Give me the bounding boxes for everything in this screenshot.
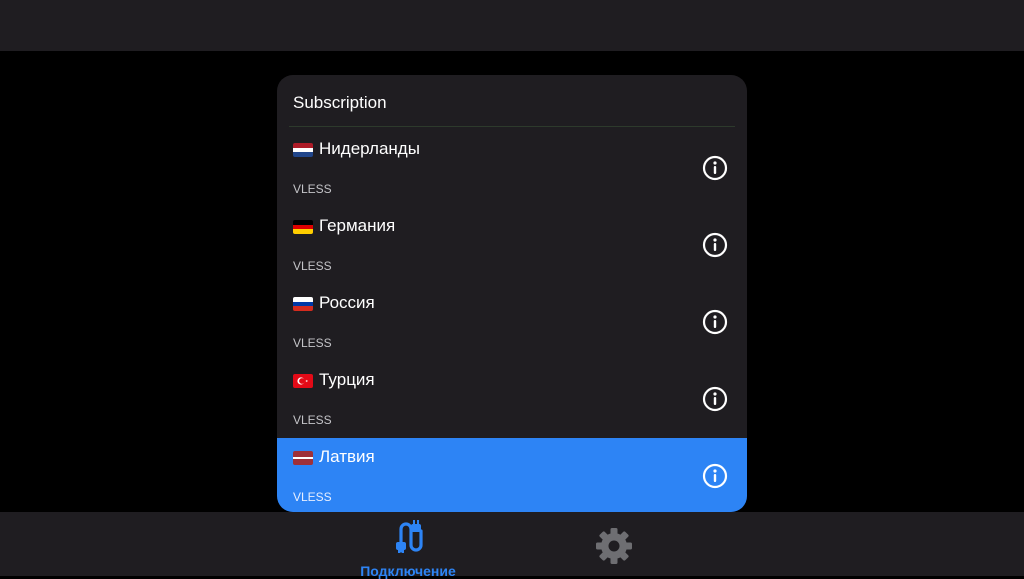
latvia-flag-icon (293, 451, 313, 465)
server-name: Турция (319, 370, 375, 389)
server-name: Латвия (319, 447, 375, 466)
server-item-germany[interactable]: Германия VLESS (277, 207, 747, 284)
info-icon[interactable] (702, 232, 728, 258)
server-list: Нидерланды VLESS Германия VLESS Россия V… (277, 130, 747, 512)
info-icon[interactable] (702, 155, 728, 181)
nav-connection-label: Подключение (360, 563, 456, 579)
server-protocol: VLESS (293, 182, 332, 196)
server-item-turkey[interactable]: Турция VLESS (277, 361, 747, 438)
server-protocol: VLESS (293, 413, 332, 427)
server-protocol: VLESS (293, 336, 332, 350)
server-item-russia[interactable]: Россия VLESS (277, 284, 747, 361)
nav-connection-tab[interactable]: Подключение (340, 520, 476, 579)
dialog-divider (289, 126, 735, 127)
subscription-dialog: Subscription Нидерланды VLESS Германия V… (277, 75, 747, 512)
top-app-bar (0, 0, 1024, 51)
info-icon[interactable] (702, 463, 728, 489)
server-name: Нидерланды (319, 139, 420, 158)
server-name: Германия (319, 216, 396, 235)
dialog-title: Subscription (293, 93, 387, 112)
netherlands-flag-icon (293, 143, 313, 157)
turkey-flag-icon (293, 374, 313, 388)
bottom-navigation-bar: Подключение (0, 512, 1024, 579)
russia-flag-icon (293, 297, 313, 311)
info-icon[interactable] (702, 386, 728, 412)
info-icon[interactable] (702, 309, 728, 335)
server-name: Россия (319, 293, 375, 312)
germany-flag-icon (293, 220, 313, 234)
gear-icon[interactable] (594, 526, 634, 566)
server-protocol: VLESS (293, 259, 332, 273)
server-item-latvia[interactable]: Латвия VLESS (277, 438, 747, 512)
server-item-netherlands[interactable]: Нидерланды VLESS (277, 130, 747, 207)
server-protocol: VLESS (293, 490, 332, 504)
cable-connection-icon (396, 520, 423, 553)
